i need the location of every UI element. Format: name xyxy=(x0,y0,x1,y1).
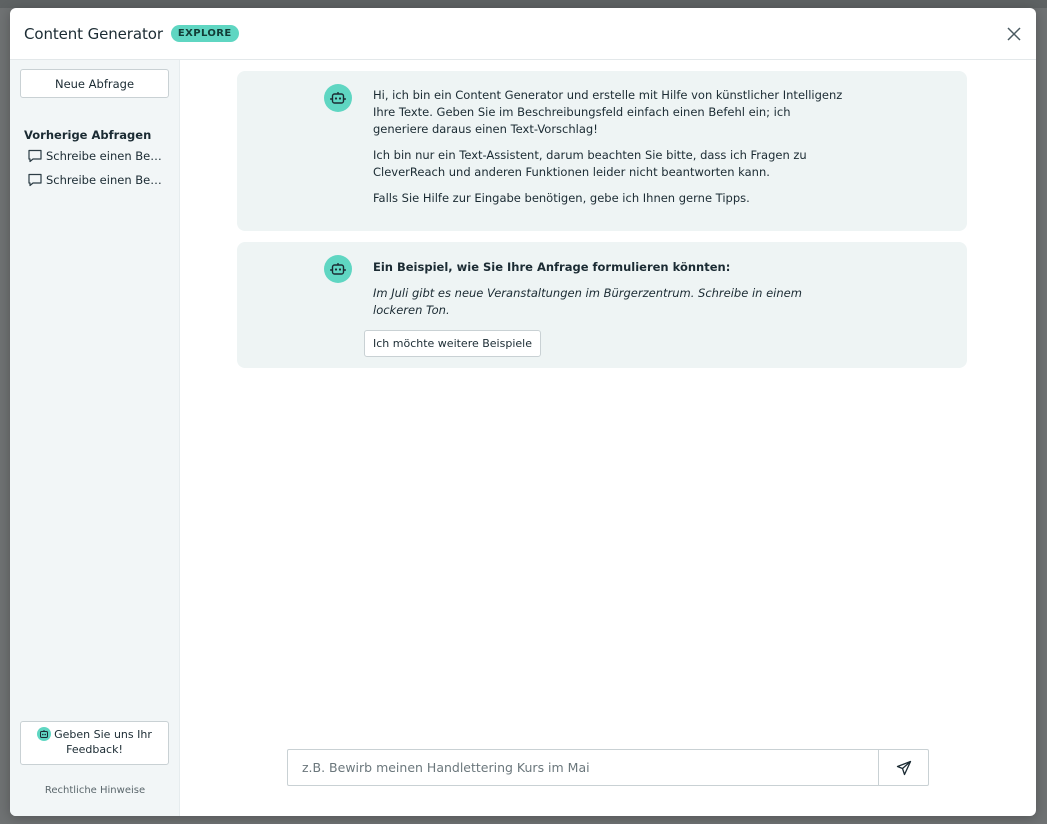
prompt-input[interactable] xyxy=(288,750,878,785)
backdrop xyxy=(0,0,1047,8)
send-button[interactable] xyxy=(878,750,928,785)
history-title: Vorherige Abfragen xyxy=(24,128,152,142)
intro-paragraph: Falls Sie Hilfe zur Eingabe benötigen, g… xyxy=(373,191,750,205)
robot-icon xyxy=(330,92,346,104)
history-item[interactable]: Schreibe einen Beitrag xyxy=(27,146,172,166)
history-item-label: Schreibe einen Beitrag xyxy=(46,149,164,163)
paper-plane-icon xyxy=(896,760,911,775)
modal-header: Content Generator EXPLORE xyxy=(10,8,1036,60)
intro-paragraph: Hi, ich bin ein Content Generator und er… xyxy=(373,88,843,136)
intro-paragraph: Ich bin nur ein Text-Assistent, darum be… xyxy=(373,148,807,179)
sidebar: Neue Abfrage Vorherige Abfragen Schreibe… xyxy=(10,60,180,816)
chat-bubble-icon xyxy=(28,149,42,163)
bot-avatar xyxy=(324,255,352,283)
intro-message-card: Hi, ich bin ein Content Generator und er… xyxy=(237,71,967,231)
example-text: Im Juli gibt es neue Veranstaltungen im … xyxy=(373,286,802,317)
bot-avatar xyxy=(324,84,352,112)
history-item-label: Schreibe einen Beitrag xyxy=(46,173,164,187)
content-generator-modal: Content Generator EXPLORE Neue Abfrage V… xyxy=(10,8,1036,816)
feedback-label: Geben Sie uns Ihr Feedback! xyxy=(54,728,152,756)
more-examples-button[interactable]: Ich möchte weitere Beispiele xyxy=(364,330,541,357)
example-message-text: Ein Beispiel, wie Sie Ihre Anfrage formu… xyxy=(373,259,843,319)
explore-badge: EXPLORE xyxy=(170,25,239,42)
example-title: Ein Beispiel, wie Sie Ihre Anfrage formu… xyxy=(373,260,731,274)
robot-icon xyxy=(37,727,52,741)
chat-area: Hi, ich bin ein Content Generator und er… xyxy=(180,60,1036,816)
new-query-button[interactable]: Neue Abfrage xyxy=(20,69,169,98)
intro-message-text: Hi, ich bin ein Content Generator und er… xyxy=(373,87,843,216)
legal-notice-link[interactable]: Rechtliche Hinweise xyxy=(10,785,180,796)
close-icon xyxy=(1007,27,1021,41)
chat-bubble-icon xyxy=(28,173,42,187)
example-message-card: Ein Beispiel, wie Sie Ihre Anfrage formu… xyxy=(237,242,967,368)
modal-title: Content Generator xyxy=(24,24,163,43)
prompt-input-bar xyxy=(287,749,929,786)
history-item[interactable]: Schreibe einen Beitrag xyxy=(27,170,172,190)
close-button[interactable] xyxy=(1004,24,1024,44)
feedback-button[interactable]: Geben Sie uns Ihr Feedback! xyxy=(20,721,169,765)
robot-icon xyxy=(330,263,346,275)
